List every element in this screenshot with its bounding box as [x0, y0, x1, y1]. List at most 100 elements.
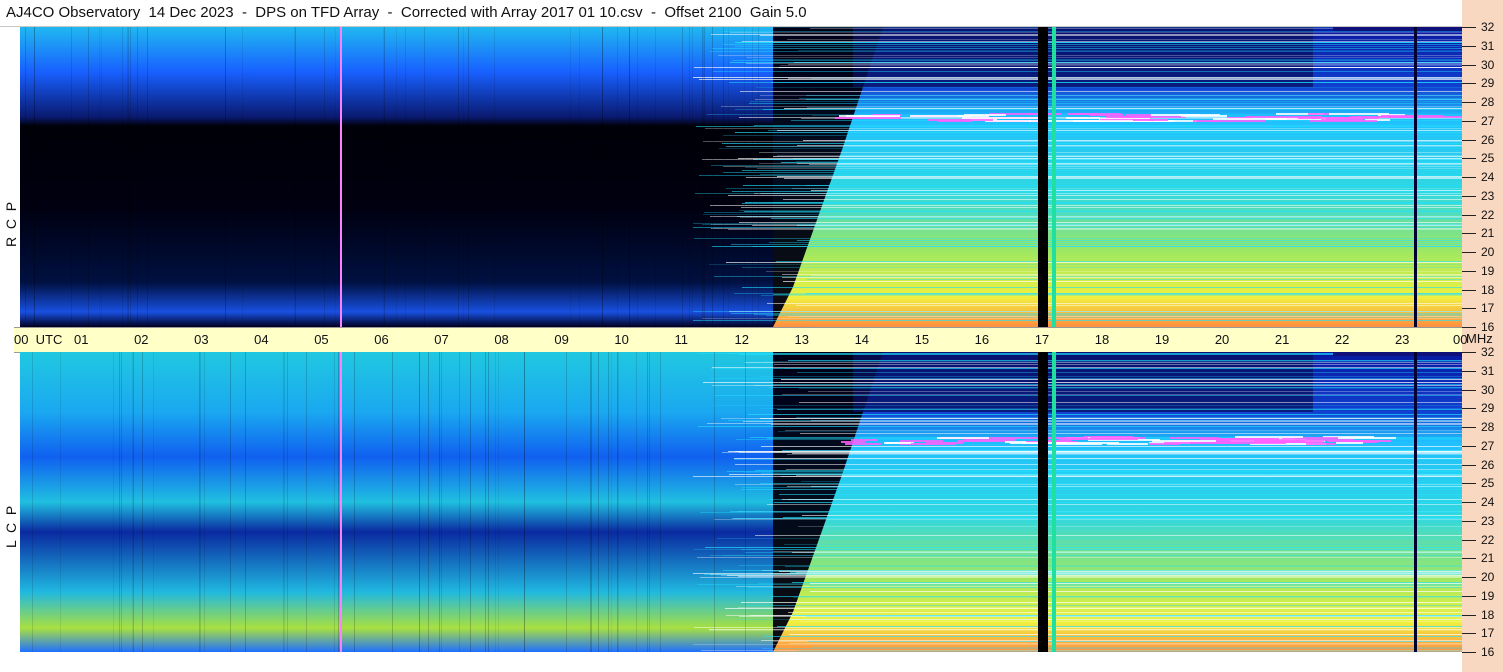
rfi-line: [808, 641, 1462, 642]
gap-bar: [1038, 27, 1048, 327]
rfi-line: [762, 648, 1462, 649]
rfi-line: [810, 583, 1462, 584]
night-streak: [617, 27, 618, 327]
rfi-line: [694, 67, 1462, 68]
night-streak: [121, 352, 122, 652]
night-streak: [689, 27, 690, 327]
time-axis: 00 UTC 01 02 03 04 05 06 07 08 09 10 11 12 13 14 15 16 17…: [14, 327, 1467, 353]
broadcast-band-dot: [1256, 441, 1304, 443]
time-tick-label: 07: [434, 332, 449, 347]
freq-tick-label: 16: [1481, 645, 1495, 659]
night-streak: [324, 27, 325, 327]
night-streak: [25, 27, 26, 327]
rfi-line: [800, 433, 1462, 434]
rfi-line: [709, 629, 1462, 630]
title-bar: AJ4CO Observatory 14 Dec 2023 - DPS on T…: [0, 0, 1462, 27]
night-streak: [242, 27, 243, 327]
rcp-spectrogram: [20, 27, 1462, 327]
rfi-line: [766, 423, 1462, 424]
freq-tick-label: 31: [1481, 39, 1495, 53]
rfi-line: [731, 244, 1462, 245]
rfi-line: [746, 63, 1462, 64]
rfi-line: [748, 414, 1462, 415]
night-streak: [745, 352, 746, 652]
rfi-line: [799, 402, 1462, 403]
rfi-line: [722, 452, 1462, 453]
night-streak: [660, 352, 661, 652]
broadcast-band-dot: [851, 439, 877, 441]
night-streak: [439, 352, 440, 652]
rfi-line: [777, 626, 1462, 627]
vertical-glitch: [1414, 352, 1417, 652]
freq-tick-label: 25: [1481, 151, 1495, 165]
rfi-line: [769, 387, 1462, 388]
rfi-line: [796, 305, 1462, 306]
night-streak: [130, 27, 131, 327]
rfi-line: [781, 379, 1462, 380]
rfi-line: [735, 42, 1462, 43]
night-streak: [119, 352, 120, 652]
freq-tick-label: 20: [1481, 245, 1495, 259]
rfi-line: [710, 574, 1462, 575]
rfi-line: [783, 199, 1462, 200]
rfi-line: [764, 361, 1462, 362]
rfi-line: [737, 518, 1462, 519]
broadcast-band-dot: [1200, 438, 1275, 440]
broadcast-band-dot: [1326, 117, 1354, 119]
night-streak: [132, 352, 133, 652]
rfi-line: [738, 158, 1462, 159]
rfi-line: [755, 470, 1462, 471]
freq-tick-mark: [1462, 252, 1476, 253]
freq-tick-mark: [1462, 177, 1476, 178]
rfi-line: [811, 647, 1462, 648]
rfi-line: [710, 555, 1462, 556]
time-tick-label: 11: [674, 332, 688, 347]
rfi-line: [771, 596, 1462, 597]
night-streak: [200, 352, 201, 652]
time-tick-label: 00 UTC: [14, 332, 63, 347]
broadcast-band-dot: [1329, 113, 1389, 115]
rfi-line: [740, 217, 1462, 218]
rfi-line: [806, 99, 1462, 100]
rfi-line: [739, 210, 1462, 211]
freq-tick-mark: [1462, 483, 1476, 484]
time-tick-label: 05: [314, 332, 329, 347]
freq-tick-mark: [1462, 596, 1476, 597]
broadcast-band-dot: [937, 437, 989, 439]
rfi-line: [699, 79, 1462, 80]
rfi-line: [788, 360, 1462, 361]
vertical-glitch: [1414, 27, 1417, 327]
rfi-line: [788, 64, 1462, 65]
rfi-line: [811, 275, 1462, 276]
rfi-line: [773, 156, 1462, 157]
rfi-line: [796, 572, 1462, 573]
rfi-line: [709, 630, 1462, 631]
rfi-line: [769, 242, 1462, 243]
rfi-line: [760, 174, 1462, 175]
rfi-line: [742, 287, 1462, 288]
rfi-line: [750, 101, 1462, 102]
rfi-line: [784, 178, 1462, 179]
rcp-label: R C P: [3, 201, 19, 247]
night-streak: [405, 27, 406, 327]
broadcast-band-dot: [1152, 440, 1216, 442]
rfi-line: [699, 175, 1462, 176]
freq-tick-label: 21: [1481, 226, 1495, 240]
night-streak: [566, 352, 567, 652]
night-streak: [283, 352, 284, 652]
night-streak: [647, 352, 648, 652]
freq-tick-label: 24: [1481, 170, 1495, 184]
rfi-line: [711, 34, 1462, 35]
rfi-line: [788, 78, 1462, 79]
time-tick-label: 13: [794, 332, 809, 347]
rfi-line: [778, 431, 1462, 432]
broadcast-band-dot: [1243, 120, 1265, 122]
broadcast-band-dot: [1179, 114, 1200, 116]
lcp-spectrogram-image: [20, 352, 1462, 652]
freq-tick-label: 27: [1481, 114, 1495, 128]
rfi-line: [807, 279, 1462, 280]
rfi-line: [739, 565, 1462, 566]
vertical-glitch: [340, 27, 342, 327]
freq-tick-mark: [1462, 577, 1476, 578]
freq-tick-mark: [1462, 233, 1476, 234]
